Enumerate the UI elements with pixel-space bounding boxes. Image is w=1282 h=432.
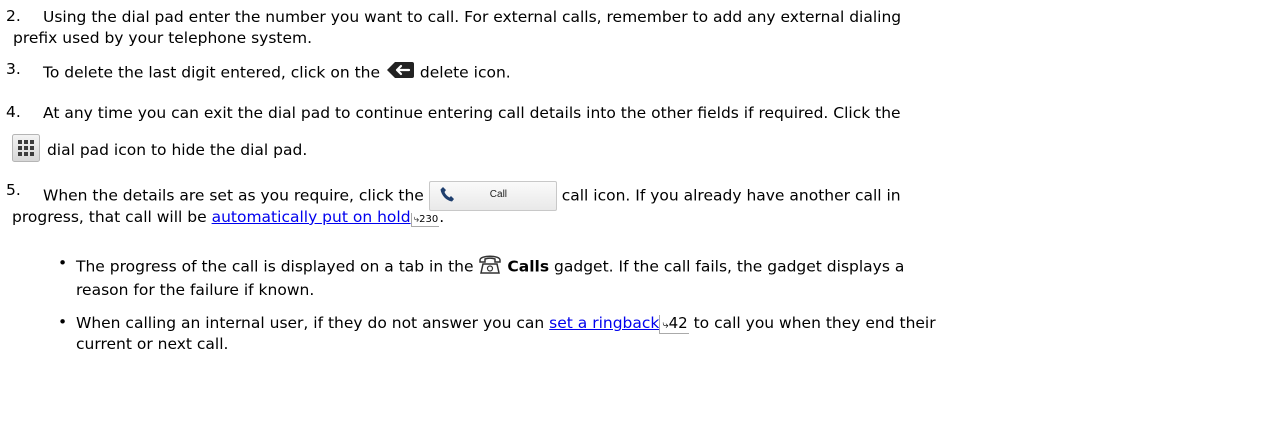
phone-handset-icon xyxy=(440,186,454,208)
step-5: 5. When the details are set as you requi… xyxy=(6,181,1274,211)
bullet-text: current or next call. xyxy=(76,335,229,353)
step-text: To delete the last digit entered, click … xyxy=(43,63,381,82)
set-a-ringback-link[interactable]: set a ringback xyxy=(549,314,659,332)
step-text: When the details are set as you require,… xyxy=(43,186,424,205)
step-number: 5. xyxy=(6,181,21,199)
page-number: 230 xyxy=(419,214,439,225)
bullet-text: gadget. If the call fails, the gadget di… xyxy=(554,257,905,276)
step-text: progress, that call will be xyxy=(12,208,207,226)
step-text: delete icon. xyxy=(419,63,511,82)
page-reference[interactable]: ⤷42 xyxy=(659,314,689,334)
bullet-text: to call you when they end their xyxy=(693,314,936,332)
step-text: At any time you can exit the dial pad to… xyxy=(43,104,901,122)
bullet-item: • When calling an internal user, if they… xyxy=(58,313,1258,355)
call-button-label: Call xyxy=(489,189,508,200)
call-button[interactable]: Call xyxy=(428,181,557,211)
step-text: prefix used by your telephone system. xyxy=(13,29,313,47)
step-5-continued: progress, that call will be automaticall… xyxy=(12,208,444,227)
telephone-icon xyxy=(478,254,502,280)
calls-gadget-label: Calls xyxy=(507,257,550,276)
step-text: dial pad icon to hide the dial pad. xyxy=(46,141,308,159)
automatically-put-on-hold-link[interactable]: automatically put on hold xyxy=(212,208,411,226)
step-text: call icon. If you already have another c… xyxy=(561,186,901,205)
dialpad-line: dial pad icon to hide the dial pad. xyxy=(12,134,307,166)
bullet-dot: • xyxy=(58,313,68,331)
step-2: 2. Using the dial pad enter the number y… xyxy=(6,7,1274,49)
bullet-text: reason for the failure if known. xyxy=(76,281,315,299)
page-reference[interactable]: ⤷230 xyxy=(410,213,440,227)
step-number: 2. xyxy=(6,7,21,25)
step-4: 4. At any time you can exit the dial pad… xyxy=(6,103,1274,124)
step-3: 3. To delete the last digit entered, cli… xyxy=(6,60,1274,86)
step-text: . xyxy=(439,208,445,226)
step-text: Using the dial pad enter the number you … xyxy=(43,8,902,26)
page-number: 42 xyxy=(668,314,688,332)
bullet-dot: • xyxy=(58,254,68,272)
step-number: 3. xyxy=(6,60,21,78)
bullet-item: • The progress of the call is displayed … xyxy=(58,254,1258,301)
bullet-text: When calling an internal user, if they d… xyxy=(76,314,545,332)
step-number: 4. xyxy=(6,103,21,121)
dial-pad-grid-icon[interactable] xyxy=(12,134,40,166)
bullet-text: The progress of the call is displayed on… xyxy=(76,257,474,276)
backspace-delete-icon xyxy=(385,60,415,86)
